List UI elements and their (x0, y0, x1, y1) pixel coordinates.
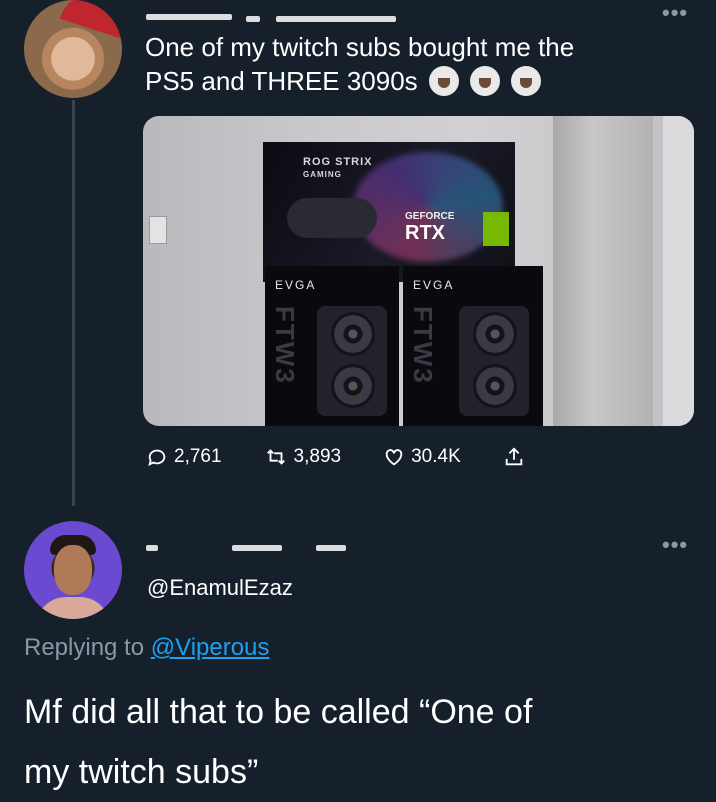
ftw3-label-right: FTW3 (408, 306, 438, 385)
tweet-text: One of my twitch subs bought me the PS5 … (145, 30, 665, 98)
heart-icon (385, 449, 403, 466)
thread-connector-line (72, 100, 75, 506)
rtx-label: RTX (405, 222, 445, 244)
evga-logo-left: EVGA (275, 278, 317, 292)
gpu-graphic (287, 198, 377, 238)
evga-box-left: EVGA FTW3 (265, 266, 399, 426)
retweet-count: 3,893 (293, 446, 342, 467)
share-button[interactable] (503, 446, 531, 468)
loudly-crying-face-icon (428, 66, 459, 96)
like-button[interactable]: 30.4K (383, 446, 461, 468)
santa-hat (59, 0, 122, 44)
more-options-icon[interactable]: ••• (662, 532, 688, 558)
door-frame (663, 116, 694, 426)
rog-strix-box: ROG STRIX GAMING (263, 142, 515, 282)
door (553, 116, 653, 426)
tweet-actions: 2,761 3,893 30.4K (146, 446, 573, 468)
fan-graphic (331, 312, 375, 356)
redacted-handle (276, 16, 396, 22)
light-switch (149, 216, 167, 244)
gaming-text: GAMING (303, 170, 342, 179)
reply-button[interactable]: 2,761 (146, 446, 222, 468)
tweet-text-line-1: One of my twitch subs bought me the (145, 32, 575, 62)
redacted-display-name (146, 14, 232, 20)
evga-card-left (317, 306, 387, 416)
tweet-photo[interactable]: ROG STRIX GAMING GEFORCE RTX EVGA FTW3 E… (143, 116, 694, 426)
reply-text: Mf did all that to be called “One of my … (24, 682, 684, 802)
fan-graphic (473, 312, 517, 356)
geforce-label: GEFORCE (405, 211, 455, 222)
evga-logo-right: EVGA (413, 278, 455, 292)
tweet-text-line-2: PS5 and THREE 3090s (145, 64, 665, 98)
reply-count: 2,761 (174, 446, 222, 467)
replying-to: Replying to @Viperous (24, 634, 269, 662)
evga-card-right (459, 306, 529, 416)
more-options-icon[interactable]: ••• (662, 0, 688, 26)
redacted-fragment (232, 545, 282, 551)
face (54, 545, 92, 595)
redacted-display-name (146, 545, 158, 551)
rog-strix-label: ROG STRIX GAMING (303, 156, 373, 180)
ftw3-label-left: FTW3 (270, 306, 300, 385)
tweet-text-line-2-text: PS5 and THREE 3090s (145, 66, 418, 96)
evga-box-right: EVGA FTW3 (403, 266, 543, 426)
redacted-fragment (246, 16, 260, 22)
fan-graphic (473, 364, 517, 408)
replying-to-mention[interactable]: @Viperous (151, 634, 270, 661)
fan-graphic (331, 364, 375, 408)
avatar[interactable] (24, 0, 122, 98)
retweet-button[interactable]: 3,893 (264, 446, 342, 468)
retweet-icon (266, 449, 285, 465)
reply-text-line-1: Mf did all that to be called “One of (24, 693, 533, 731)
redacted-fragment (316, 545, 346, 551)
rog-strix-text: ROG STRIX (303, 156, 373, 168)
reply-icon (148, 449, 166, 467)
shirt (36, 597, 110, 619)
avatar[interactable] (24, 521, 122, 619)
reply-handle[interactable]: @EnamulEzaz (147, 575, 293, 601)
replying-prefix: Replying to (24, 634, 145, 661)
loudly-crying-face-icon (470, 66, 501, 96)
rog-swirl-graphic (353, 152, 503, 262)
nvidia-badge (483, 212, 509, 246)
reply-text-line-2: my twitch subs” (24, 753, 259, 791)
loudly-crying-face-icon (511, 66, 542, 96)
like-count: 30.4K (411, 446, 461, 467)
share-icon (505, 447, 522, 466)
